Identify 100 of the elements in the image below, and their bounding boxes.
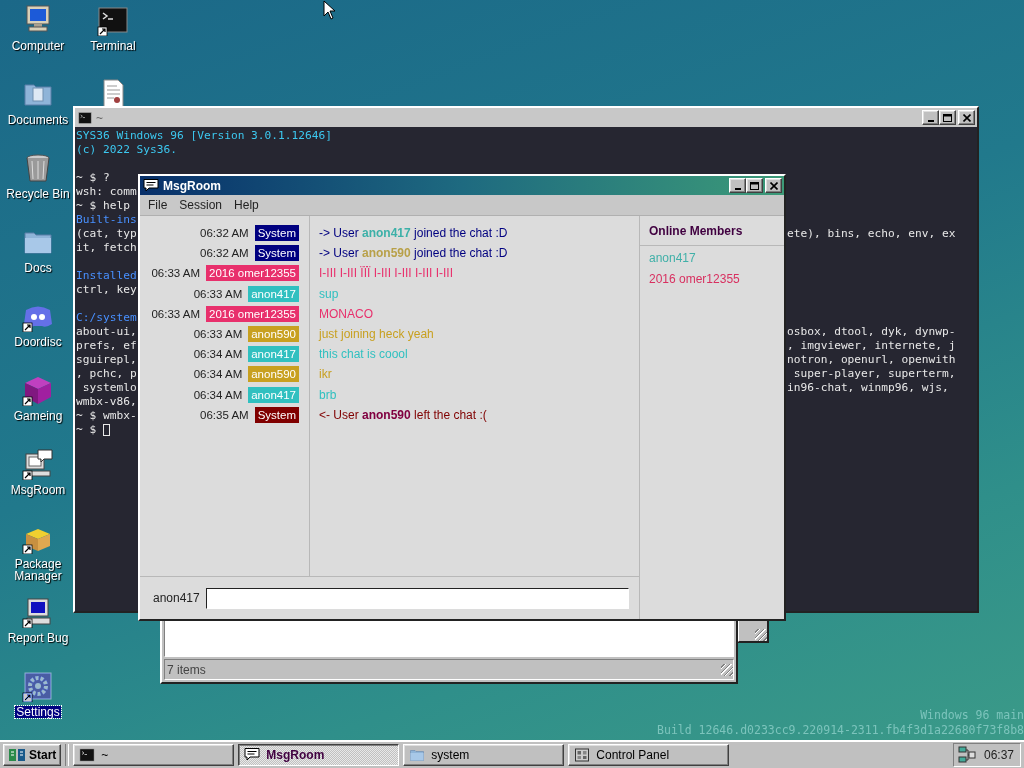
folder-icon (409, 747, 426, 763)
timestamp: 06:33 AM (193, 328, 243, 341)
menu-item[interactable]: Help (228, 198, 265, 212)
close-icon (962, 113, 971, 122)
message-text: ikr (319, 367, 332, 382)
taskbar-button[interactable]: MsgRoom (238, 744, 400, 766)
close-icon (769, 181, 778, 190)
message-input[interactable] (205, 587, 629, 609)
terminal-text: about-ui, (76, 325, 137, 339)
user-tag: anon417 (248, 386, 299, 403)
status-text: 7 items (167, 662, 206, 677)
desktop-icon-label[interactable]: Package Manager (0, 558, 76, 582)
message-text: sup (319, 286, 339, 301)
desktop-icon-label[interactable]: MsgRoom (9, 484, 67, 496)
timestamp: 06:33 AM (151, 267, 201, 280)
desktop-icon-label[interactable]: Recycle Bin (5, 188, 71, 200)
resize-grip-icon (755, 629, 767, 641)
timestamp: 06:33 AM (193, 287, 243, 300)
timestamp: 06:34 AM (193, 388, 243, 401)
maximize-icon (750, 181, 759, 190)
terminal-text: Installed (76, 269, 137, 283)
timestamp: 06:35 AM (200, 408, 249, 421)
taskbar-button[interactable]: ~ (73, 744, 235, 766)
message-text: brb (319, 387, 337, 402)
message-text: -> User anon417 joined the chat :D (319, 226, 508, 241)
user-tag: System (254, 406, 299, 423)
terminal-text: osbox, dtool, dyk, dynwp- (787, 325, 956, 339)
timestamp: 06:32 AM (200, 227, 249, 240)
window-title: MsgRoom (163, 178, 222, 193)
terminal-icon (78, 110, 92, 125)
timestamp: 06:34 AM (193, 348, 243, 361)
start-logo-icon (8, 747, 26, 763)
terminal-text: SYS36 Windows 96 [Version 3.0.1.12646] (76, 129, 332, 143)
member-name[interactable]: 2016 omer12355 (649, 272, 784, 287)
terminal-text: ~ $ wmbx- (76, 409, 137, 423)
message-text: I-III I-III ÏÏÏ I-III I-III I-III I-III (319, 266, 453, 281)
terminal-icon (79, 747, 96, 763)
taskbar-button[interactable]: Control Panel (568, 744, 730, 766)
user-tag: System (254, 225, 299, 242)
terminal-text: , imgviewer, internete, j (787, 339, 956, 353)
minimize-icon (927, 119, 934, 122)
speech-bubble-icon (143, 177, 159, 194)
terminal-text: wsh: comm (76, 185, 137, 199)
user-tag: 2016 omer12355 (206, 305, 299, 322)
resize-grip-icon (721, 663, 733, 676)
terminal-text: prefs, ef (76, 339, 137, 353)
start-button[interactable]: Start (3, 744, 62, 766)
build-info-text: Windows 96 main (920, 708, 1024, 723)
terminal-text: ctrl, key (76, 283, 137, 297)
window-title: ~ (96, 110, 104, 125)
menu-item[interactable]: File (142, 198, 174, 212)
desktop-icon-label[interactable]: Gameing (12, 410, 64, 422)
desktop-icon-label[interactable]: Documents (6, 114, 70, 126)
terminal-text: ~ $ help (76, 199, 130, 213)
terminal-text: notron, openurl, openwith (787, 353, 956, 367)
network-icon[interactable] (957, 746, 976, 764)
members-heading: Online Members (640, 217, 784, 246)
terminal-text: in96-chat, winmp96, wjs, (787, 381, 949, 395)
terminal-text: C:/system (76, 311, 137, 325)
build-info-text: Build 12646.d0233cc9.220914-2311.fb4f3d1a22680f73f8b8 (657, 723, 1024, 738)
terminal-text: (c) 2022 Sys36. (76, 143, 178, 157)
mouse-cursor-icon (323, 0, 335, 20)
minimize-icon (734, 187, 741, 190)
message-text: <- User anon590 left the chat :( (319, 407, 487, 422)
menu-item[interactable]: Session (173, 198, 229, 212)
user-tag: 2016 omer12355 (206, 265, 299, 282)
timestamp: 06:34 AM (193, 368, 243, 381)
terminal-text: (cat, typ (76, 227, 137, 241)
desktop-icon-label[interactable]: Settings (15, 706, 61, 718)
desktop-icon-label[interactable]: Computer (10, 40, 66, 52)
terminal-text: it, fetch (76, 241, 137, 255)
message-text: MONACO (319, 306, 373, 321)
desktop-icon-label[interactable]: Report Bug (6, 632, 70, 644)
timestamp: 06:32 AM (200, 247, 249, 260)
terminal-text: sguirepl, (76, 353, 137, 367)
maximize-button[interactable] (746, 178, 763, 193)
terminal-text: super-player, superterm, (792, 367, 956, 381)
user-tag: anon417 (248, 346, 299, 363)
desktop-icon-label[interactable]: Doordisc (13, 336, 63, 348)
desktop-icon-label[interactable]: Docs (23, 262, 53, 274)
message-text: this chat is coool (319, 347, 408, 362)
maximize-icon (943, 113, 952, 122)
desktop-icon-label[interactable]: Terminal (89, 40, 137, 52)
minimize-button[interactable] (729, 178, 746, 193)
user-tag: anon590 (248, 366, 299, 383)
terminal-text: , pchc, p (76, 367, 137, 381)
speech-bubble-icon (244, 747, 261, 763)
user-tag: anon417 (248, 285, 299, 302)
message-text: just joining heck yeah (319, 327, 434, 342)
terminal-text: ete), bins, echo, env, ex (787, 227, 956, 241)
terminal-text: systemlo (81, 381, 137, 395)
clock-text: 06:37 (983, 748, 1014, 762)
timestamp: 06:33 AM (151, 307, 201, 320)
control-panel-icon (574, 747, 591, 763)
username-label: anon417 (153, 591, 200, 605)
user-tag: anon590 (248, 326, 299, 343)
terminal-text: Built-ins (76, 213, 137, 227)
message-text: -> User anon590 joined the chat :D (319, 246, 508, 261)
close-button[interactable] (765, 178, 782, 193)
taskbar-button[interactable]: system (403, 744, 565, 766)
